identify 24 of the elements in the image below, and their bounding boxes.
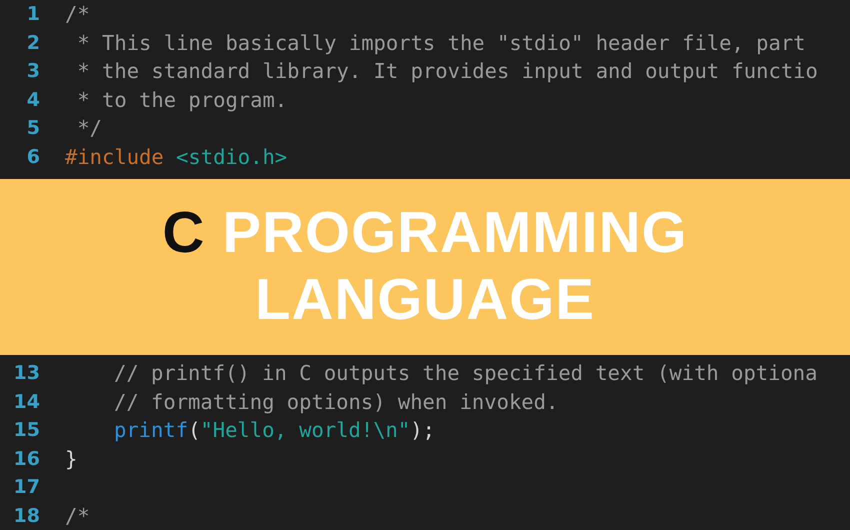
banner-title: C PROGRAMMING LANGUAGE: [161, 200, 689, 334]
line-number: 6: [26, 146, 40, 168]
code-line: printf("Hello, world!\n");: [114, 418, 435, 442]
code-line: // formatting options) when invoked.: [114, 390, 558, 414]
line-number: 3: [26, 60, 40, 82]
code-line: #include <stdio.h>: [65, 144, 288, 169]
line-number: 5: [26, 117, 40, 140]
line-number: 14: [12, 390, 40, 413]
line-number: 13: [12, 362, 40, 384]
code-line: */: [76, 116, 102, 140]
code-line: * the standard library. It provides input and output functio: [76, 59, 818, 84]
line-number: 16: [12, 448, 40, 470]
line-number: 18: [12, 504, 40, 527]
code-line: * This line basically imports the "stdio" header file, part: [76, 30, 806, 55]
code-line: /*: [65, 504, 90, 528]
line-number: 15: [12, 419, 40, 442]
line-number: 1: [26, 3, 40, 26]
code-line: }: [65, 446, 78, 471]
line-number: 4: [26, 88, 40, 111]
line-number: 17: [12, 476, 40, 498]
code-line: * to the program.: [76, 88, 288, 112]
code-line: // printf() in C outputs the specified text (with optiona: [114, 361, 818, 386]
code-line: /*: [65, 2, 90, 26]
line-number: 2: [26, 32, 40, 54]
